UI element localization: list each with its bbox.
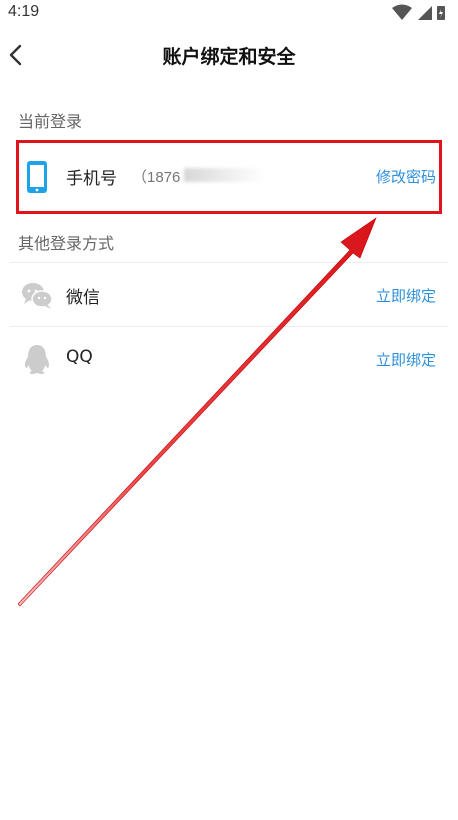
current-login-label: 当前登录 [18,112,83,131]
phone-login-row: 手机号 （1876 修改密码 [10,144,448,208]
phone-icon [27,161,47,193]
phone-label: 手机号 [66,169,117,189]
status-icons [392,4,445,20]
status-time: 4:19 [8,3,40,20]
status-bar: 4:19 [0,0,458,26]
bind-wechat-link[interactable]: 立即绑定 [376,285,436,306]
qq-login-row: QQ 立即绑定 [10,327,448,391]
change-password-link[interactable]: 修改密码 [376,166,436,187]
wifi-icon [392,4,412,20]
signal-icon [418,6,432,20]
qq-icon [24,345,50,374]
other-login-label: 其他登录方式 [18,234,115,253]
title-bar: 账户绑定和安全 [0,26,458,84]
wechat-icon [22,283,53,309]
wechat-label: 微信 [66,288,100,308]
page-title: 账户绑定和安全 [162,46,296,68]
bind-qq-link[interactable]: 立即绑定 [376,349,436,370]
wechat-login-row: 微信 立即绑定 [10,263,448,327]
qq-label: QQ [66,347,93,367]
phone-number: （1876 [132,169,181,186]
phone-number-mask [184,168,266,182]
